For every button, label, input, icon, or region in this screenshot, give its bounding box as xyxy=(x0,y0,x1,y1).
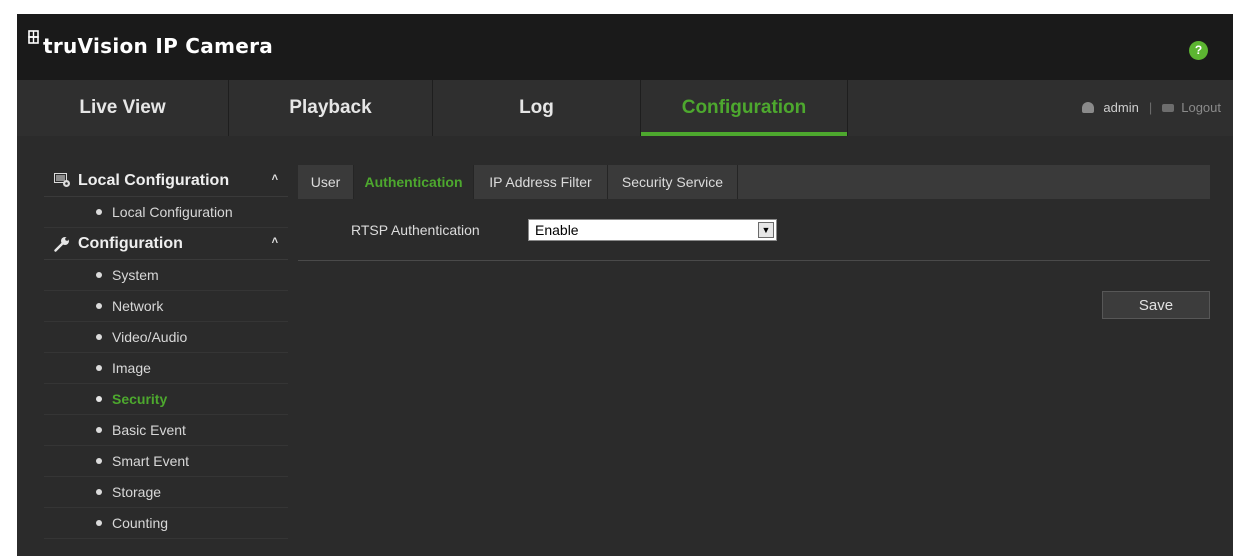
tab-configuration[interactable]: Configuration xyxy=(641,80,848,136)
camera-web-app: truVision IP Camera ? Live View Playback… xyxy=(17,14,1233,556)
bullet-icon xyxy=(96,489,102,495)
sidebar-item-system[interactable]: System xyxy=(44,260,288,291)
wrench-icon xyxy=(52,235,72,253)
bullet-icon xyxy=(96,365,102,371)
bullet-icon xyxy=(96,427,102,433)
sidebar-item-label: Network xyxy=(112,298,164,314)
sidebar-item-video-audio[interactable]: Video/Audio xyxy=(44,322,288,353)
security-tabs: User Authentication IP Address Filter Se… xyxy=(298,165,1210,199)
collapse-icon[interactable]: ˄ xyxy=(272,235,278,247)
app-title: truVision IP Camera xyxy=(43,34,274,58)
sidebar-item-counting[interactable]: Counting xyxy=(44,508,288,539)
brand: truVision IP Camera xyxy=(27,30,273,62)
collapse-icon[interactable]: ˄ xyxy=(272,172,278,184)
bullet-icon xyxy=(96,303,102,309)
sidebar-group-label: Configuration xyxy=(78,234,183,252)
bullet-icon xyxy=(96,396,102,402)
top-navigation: Live View Playback Log Configuration adm… xyxy=(17,80,1233,136)
sidebar-item-security[interactable]: Security xyxy=(44,384,288,415)
bullet-icon xyxy=(96,520,102,526)
sidebar-item-label: Smart Event xyxy=(112,453,190,469)
dropdown-arrow-icon[interactable]: ▼ xyxy=(758,222,774,238)
tab-playback[interactable]: Playback xyxy=(229,80,433,136)
sidebar: Local Configuration ˄ Local Configuratio… xyxy=(44,165,288,556)
sidebar-item-label: Local Configuration xyxy=(112,204,233,220)
tab-ip-address-filter[interactable]: IP Address Filter xyxy=(474,165,608,199)
logout-icon[interactable] xyxy=(1162,103,1175,112)
sidebar-item-network[interactable]: Network xyxy=(44,291,288,322)
sidebar-item-storage[interactable]: Storage xyxy=(44,477,288,508)
sidebar-item-label: Storage xyxy=(112,484,162,500)
logout-link[interactable]: Logout xyxy=(1181,100,1221,115)
rtsp-authentication-select[interactable]: Enable ▼ xyxy=(528,219,777,241)
help-icon[interactable]: ? xyxy=(1189,41,1208,60)
user-icon xyxy=(1082,102,1095,113)
sidebar-item-label: Security xyxy=(112,391,168,407)
sidebar-item-label: Basic Event xyxy=(112,422,186,438)
rtsp-authentication-label: RTSP Authentication xyxy=(351,222,480,238)
sidebar-group-local-configuration[interactable]: Local Configuration ˄ xyxy=(44,165,288,197)
bullet-icon xyxy=(96,209,102,215)
user-area: admin | Logout xyxy=(1082,100,1221,115)
user-separator: | xyxy=(1148,100,1153,115)
sidebar-item-basic-event[interactable]: Basic Event xyxy=(44,415,288,446)
content-panel: User Authentication IP Address Filter Se… xyxy=(298,165,1210,556)
rtsp-authentication-row: RTSP Authentication Enable ▼ xyxy=(298,199,1210,261)
rtsp-authentication-value: Enable xyxy=(535,222,579,238)
sidebar-item-image[interactable]: Image xyxy=(44,353,288,384)
tab-security-service[interactable]: Security Service xyxy=(608,165,738,199)
sidebar-item-local-configuration[interactable]: Local Configuration xyxy=(44,197,288,228)
local-config-icon xyxy=(52,172,72,190)
tab-log[interactable]: Log xyxy=(433,80,641,136)
sidebar-group-configuration[interactable]: Configuration ˄ xyxy=(44,228,288,260)
tab-live-view[interactable]: Live View xyxy=(17,80,229,136)
sidebar-item-smart-event[interactable]: Smart Event xyxy=(44,446,288,477)
truvision-logo-icon xyxy=(28,30,39,44)
sidebar-group-label: Local Configuration xyxy=(78,171,230,189)
sidebar-item-label: System xyxy=(112,267,159,283)
tab-user[interactable]: User xyxy=(298,165,354,199)
save-button[interactable]: Save xyxy=(1102,291,1210,319)
sidebar-item-label: Counting xyxy=(112,515,169,531)
bullet-icon xyxy=(96,334,102,340)
sidebar-item-label: Image xyxy=(112,360,151,376)
tab-authentication[interactable]: Authentication xyxy=(354,165,474,199)
app-header: truVision IP Camera ? xyxy=(17,14,1233,80)
bullet-icon xyxy=(96,272,102,278)
sidebar-item-label: Video/Audio xyxy=(112,329,188,345)
bullet-icon xyxy=(96,458,102,464)
username: admin xyxy=(1103,100,1139,115)
